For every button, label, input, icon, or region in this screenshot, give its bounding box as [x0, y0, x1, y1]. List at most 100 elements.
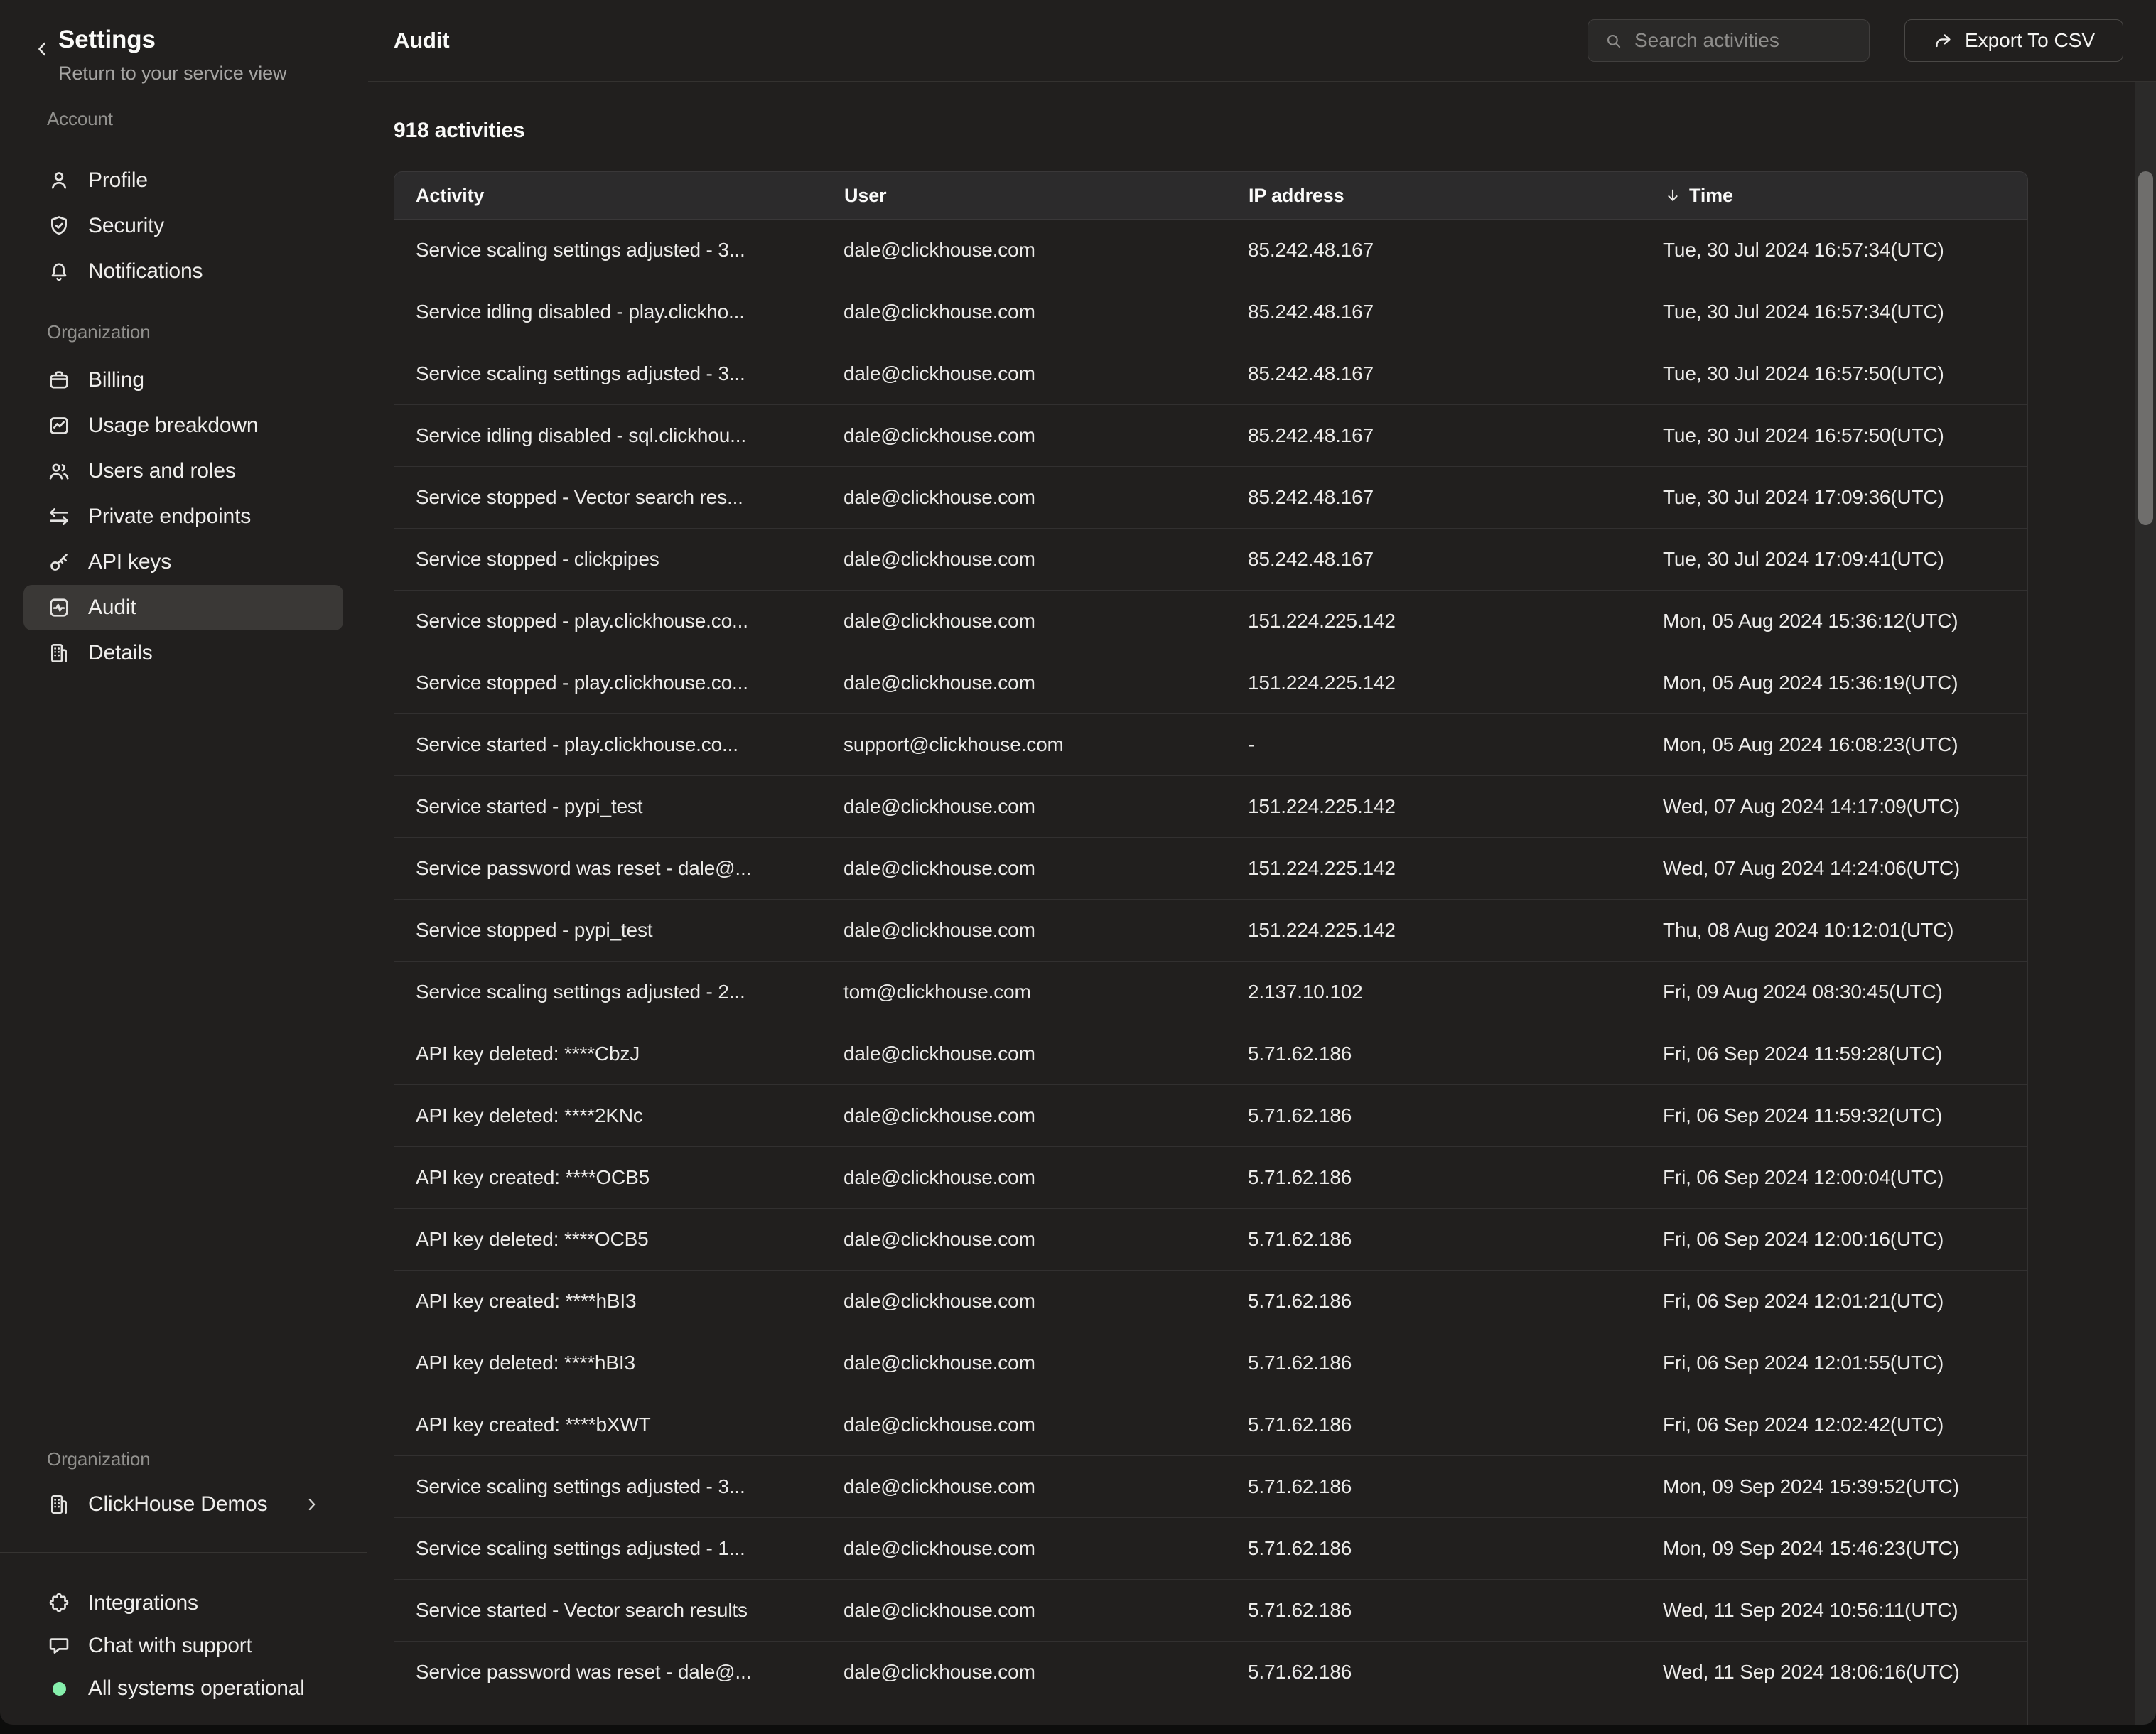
column-header[interactable]: Activity [394, 185, 823, 207]
settings-sidebar: Settings Return to your service view Acc… [0, 0, 367, 1725]
scrollbar-thumb[interactable] [2138, 171, 2153, 525]
cell-ip: 85.242.48.167 [1227, 239, 1642, 262]
table-row: Service idling disabled - sql.clickhou..… [394, 405, 2027, 467]
cell-user: dale@clickhouse.com [822, 795, 1227, 818]
sidebar-item-label: Billing [88, 368, 144, 392]
cell-user: dale@clickhouse.com [822, 1661, 1227, 1684]
sidebar-title: Settings [58, 26, 286, 54]
search-input[interactable] [1634, 29, 1855, 52]
org-switcher[interactable]: ClickHouse Demos [23, 1482, 343, 1526]
column-header[interactable]: Time [1642, 185, 2027, 207]
cell-ip: 5.71.62.186 [1227, 1166, 1642, 1189]
cell-activity: API key created: ****bXWT [394, 1413, 822, 1436]
organization-section-label: Organization [47, 321, 151, 343]
cell-activity: Service password was reset - dale@... [394, 857, 822, 880]
users-icon [47, 459, 71, 483]
sidebar-item[interactable]: Chat with support [23, 1625, 343, 1667]
cell-time: Fri, 06 Sep 2024 11:59:28(UTC) [1642, 1043, 2026, 1065]
sidebar-item[interactable]: Security [23, 203, 343, 249]
column-header[interactable]: IP address [1227, 185, 1642, 207]
cell-time: Fri, 06 Sep 2024 12:00:04(UTC) [1642, 1166, 2026, 1189]
chart-square-icon [47, 414, 71, 438]
cell-ip: 5.71.62.186 [1227, 1228, 1642, 1251]
sidebar-item[interactable]: Users and roles [23, 448, 343, 494]
cell-ip: 151.224.225.142 [1227, 857, 1642, 880]
chevron-left-icon [30, 37, 54, 61]
cell-activity: Service stopped - pypi_test [394, 919, 822, 942]
topbar: Audit Export To CSV [368, 0, 2156, 82]
column-header[interactable]: User [823, 185, 1227, 207]
sidebar-item[interactable]: API keys [23, 539, 343, 585]
sidebar-subtitle[interactable]: Return to your service view [58, 63, 286, 85]
column-header-label: IP address [1249, 185, 1344, 207]
cell-user: dale@clickhouse.com [822, 1475, 1227, 1498]
cell-time: Tue, 30 Jul 2024 16:57:50(UTC) [1642, 424, 2026, 447]
sidebar-item[interactable]: Usage breakdown [23, 403, 343, 448]
sidebar-item[interactable]: Private endpoints [23, 494, 343, 539]
cell-activity: Service scaling settings adjusted - 3... [394, 362, 822, 385]
cell-activity: Service scaling settings adjusted - 3... [394, 239, 822, 262]
page-title: Audit [394, 28, 449, 53]
cell-time: Wed, 07 Aug 2024 14:24:06(UTC) [1642, 857, 2026, 880]
sidebar-item[interactable]: Audit [23, 585, 343, 630]
cell-activity: API key deleted: ****2KNc [394, 1104, 822, 1127]
sidebar-item[interactable]: Billing [23, 357, 343, 403]
column-header-label: Time [1689, 185, 1733, 207]
search-box [1588, 19, 1870, 62]
cell-activity: Service stopped - observability-demo [394, 1723, 822, 1725]
cell-time: Tue, 30 Jul 2024 17:09:41(UTC) [1642, 548, 2026, 571]
cell-user: tom@clickhouse.com [822, 981, 1227, 1003]
sidebar-item-label: Private endpoints [88, 505, 251, 529]
cell-ip: 85.242.48.167 [1227, 486, 1642, 509]
sidebar-item-label: Audit [88, 596, 136, 620]
export-csv-button[interactable]: Export To CSV [1904, 19, 2123, 62]
cell-time: Mon, 05 Aug 2024 15:36:19(UTC) [1642, 672, 2026, 694]
audit-table: Activity User IP address [394, 171, 2028, 1725]
status-label: All systems operational [88, 1676, 305, 1701]
sidebar-item[interactable]: Notifications [23, 249, 343, 294]
sidebar-item-label: Integrations [88, 1591, 198, 1615]
cell-ip: 5.71.62.186 [1227, 1661, 1642, 1684]
table-row: API key deleted: ****hBI3 dale@clickhous… [394, 1332, 2027, 1394]
status-dot-icon [53, 1682, 66, 1696]
table-body: Service scaling settings adjusted - 3...… [394, 220, 2028, 1725]
account-section-label: Account [47, 108, 113, 130]
cell-user: dale@clickhouse.com [822, 1290, 1227, 1313]
sidebar-item[interactable]: Profile [23, 158, 343, 203]
sidebar-item-label: API keys [88, 550, 171, 574]
cell-ip: 5.71.62.186 [1227, 1290, 1642, 1313]
table-row: API key created: ****hBI3 dale@clickhous… [394, 1271, 2027, 1332]
back-button[interactable] [30, 37, 54, 61]
sidebar-item[interactable]: Integrations [23, 1582, 343, 1625]
column-header-label: User [844, 185, 886, 207]
cell-user: dale@clickhouse.com [822, 1537, 1227, 1560]
cell-activity: Service stopped - play.clickhouse.co... [394, 672, 822, 694]
org-switcher-name: ClickHouse Demos [88, 1492, 268, 1517]
scrollbar-track [2135, 82, 2156, 1725]
cell-time: Fri, 06 Sep 2024 12:01:55(UTC) [1642, 1352, 2026, 1374]
sidebar-item-label: Users and roles [88, 459, 236, 483]
shield-check-icon [47, 214, 71, 238]
cell-user: dale@clickhouse.com [822, 857, 1227, 880]
cell-activity: Service started - Vector search results [394, 1599, 822, 1622]
cell-time: Thu, 08 Aug 2024 10:12:01(UTC) [1642, 919, 2026, 942]
sidebar-item-label: Usage breakdown [88, 414, 258, 438]
sidebar-item-label: Security [88, 214, 164, 238]
cell-ip: 5.71.62.186 [1227, 1475, 1642, 1498]
table-row: API key deleted: ****OCB5 dale@clickhous… [394, 1209, 2027, 1271]
sidebar-item-label: Notifications [88, 259, 203, 284]
cell-time: Mon, 09 Sep 2024 15:39:52(UTC) [1642, 1475, 2026, 1498]
cell-activity: Service stopped - play.clickhouse.co... [394, 610, 822, 632]
cell-user: dale@clickhouse.com [822, 610, 1227, 632]
system-status[interactable]: All systems operational [23, 1667, 343, 1710]
table-row: Service scaling settings adjusted - 3...… [394, 1456, 2027, 1518]
cell-time: Mon, 05 Aug 2024 16:08:23(UTC) [1642, 733, 2026, 756]
sidebar-item[interactable]: Details [23, 630, 343, 676]
cell-ip: 2.137.10.102 [1227, 981, 1642, 1003]
activity-square-icon [47, 596, 71, 620]
cell-activity: Service idling disabled - sql.clickhou..… [394, 424, 822, 447]
cell-activity: API key created: ****hBI3 [394, 1290, 822, 1313]
table-row: API key created: ****OCB5 dale@clickhous… [394, 1147, 2027, 1209]
table-row: Service stopped - clickpipes dale@clickh… [394, 529, 2027, 591]
cell-time: Tue, 30 Jul 2024 16:57:50(UTC) [1642, 362, 2026, 385]
